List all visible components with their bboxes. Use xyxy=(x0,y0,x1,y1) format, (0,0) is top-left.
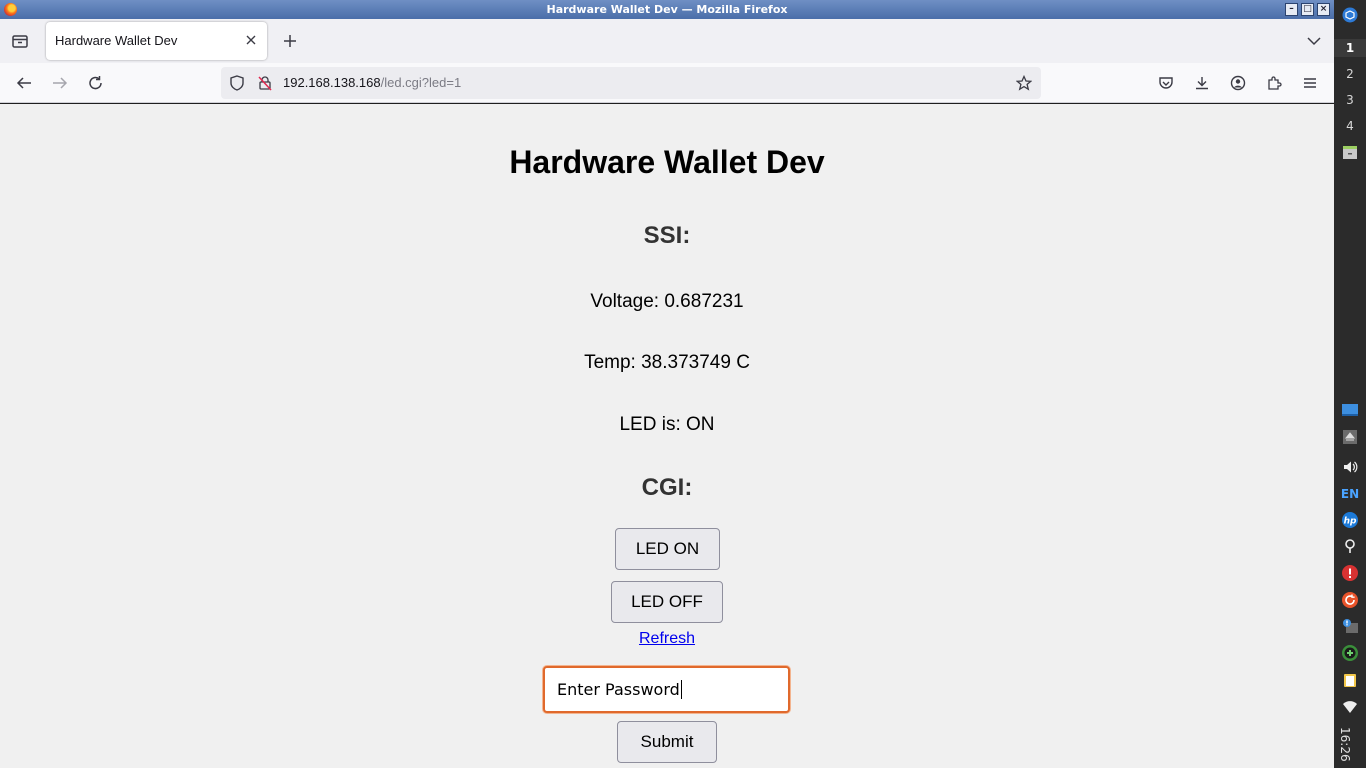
led-status-text: LED is: ON xyxy=(619,414,715,435)
alert-icon[interactable] xyxy=(1342,565,1358,581)
bookmark-star-icon[interactable] xyxy=(1016,75,1032,91)
window-close-button[interactable]: × xyxy=(1317,3,1330,16)
hp-icon[interactable]: hp xyxy=(1342,512,1358,528)
show-desktop-icon[interactable] xyxy=(1342,402,1358,418)
url-host: 192.168.138.168 xyxy=(283,75,381,90)
insecure-lock-icon[interactable] xyxy=(257,75,273,91)
ssi-heading: SSI: xyxy=(643,222,691,249)
tab-strip: Hardware Wallet Dev xyxy=(0,19,1334,63)
wifi-icon[interactable] xyxy=(1342,699,1358,715)
eject-icon[interactable] xyxy=(1342,429,1358,445)
minimize-button[interactable]: – xyxy=(1285,3,1298,16)
notification-icon[interactable] xyxy=(1342,618,1358,634)
window-titlebar: Hardware Wallet Dev — Mozilla Firefox – … xyxy=(0,0,1334,19)
pocket-icon[interactable] xyxy=(1156,74,1176,92)
firefox-view-icon[interactable] xyxy=(10,32,30,50)
tab-label: Hardware Wallet Dev xyxy=(55,33,178,48)
workspace-1[interactable]: 1 xyxy=(1334,39,1366,57)
maximize-button[interactable]: □ xyxy=(1301,3,1314,16)
reload-icon[interactable] xyxy=(86,74,106,92)
workspace-4[interactable]: 4 xyxy=(1334,117,1366,135)
refresh-link-row: Refresh xyxy=(0,630,1334,648)
workspace-3[interactable]: 3 xyxy=(1334,91,1366,109)
temperature-readout: Temp: 38.373749 C xyxy=(584,352,750,373)
url-path: /led.cgi?led=1 xyxy=(380,75,462,90)
add-icon[interactable] xyxy=(1342,645,1358,661)
keyboard-layout-indicator[interactable]: EN xyxy=(1334,487,1366,501)
voltage-readout: Voltage: 0.687231 xyxy=(590,291,744,312)
url-text[interactable]: 192.168.138.168/led.cgi?led=1 xyxy=(283,75,461,90)
extensions-icon[interactable] xyxy=(1264,74,1284,92)
desktop-side-panel: 1 2 3 4 EN hp 16:26 xyxy=(1334,0,1366,768)
window-title: Hardware Wallet Dev — Mozilla Firefox xyxy=(546,3,788,16)
submit-button[interactable]: Submit xyxy=(617,721,717,763)
address-bar[interactable]: 192.168.138.168/led.cgi?led=1 xyxy=(221,67,1041,99)
text-caret xyxy=(680,680,682,699)
downloads-icon[interactable] xyxy=(1192,74,1212,92)
app-menu-icon[interactable] xyxy=(1300,74,1320,92)
password-input[interactable]: Enter Password xyxy=(543,666,790,713)
led-on-button[interactable]: LED ON xyxy=(615,528,720,570)
location-pin-icon[interactable] xyxy=(1342,538,1358,554)
account-icon[interactable] xyxy=(1228,74,1248,92)
cgi-heading: CGI: xyxy=(641,474,693,501)
file-manager-icon[interactable] xyxy=(1342,144,1358,160)
forward-icon[interactable] xyxy=(50,74,70,92)
start-menu-icon[interactable] xyxy=(1342,7,1358,23)
back-icon[interactable] xyxy=(14,74,34,92)
navigation-toolbar: 192.168.138.168/led.cgi?led=1 xyxy=(0,63,1334,103)
new-tab-icon[interactable] xyxy=(281,32,299,50)
password-input-value: Enter Password xyxy=(557,680,680,699)
page-title: Hardware Wallet Dev xyxy=(509,144,825,180)
refresh-link[interactable]: Refresh xyxy=(639,630,695,647)
svg-text:hp: hp xyxy=(1344,517,1357,527)
tab-hardware-wallet-dev[interactable]: Hardware Wallet Dev xyxy=(46,22,267,60)
clock[interactable]: 16:26 xyxy=(1338,727,1352,762)
volume-icon[interactable] xyxy=(1342,459,1358,475)
shield-icon[interactable] xyxy=(229,75,245,91)
led-off-button[interactable]: LED OFF xyxy=(611,581,723,623)
workspace-2[interactable]: 2 xyxy=(1334,65,1366,83)
update-icon[interactable] xyxy=(1342,592,1358,608)
clipboard-icon[interactable] xyxy=(1342,672,1358,688)
list-all-tabs-icon[interactable] xyxy=(1305,32,1323,50)
page-content: Hardware Wallet Dev SSI: Voltage: 0.6872… xyxy=(0,104,1334,768)
close-tab-icon[interactable] xyxy=(243,32,259,48)
